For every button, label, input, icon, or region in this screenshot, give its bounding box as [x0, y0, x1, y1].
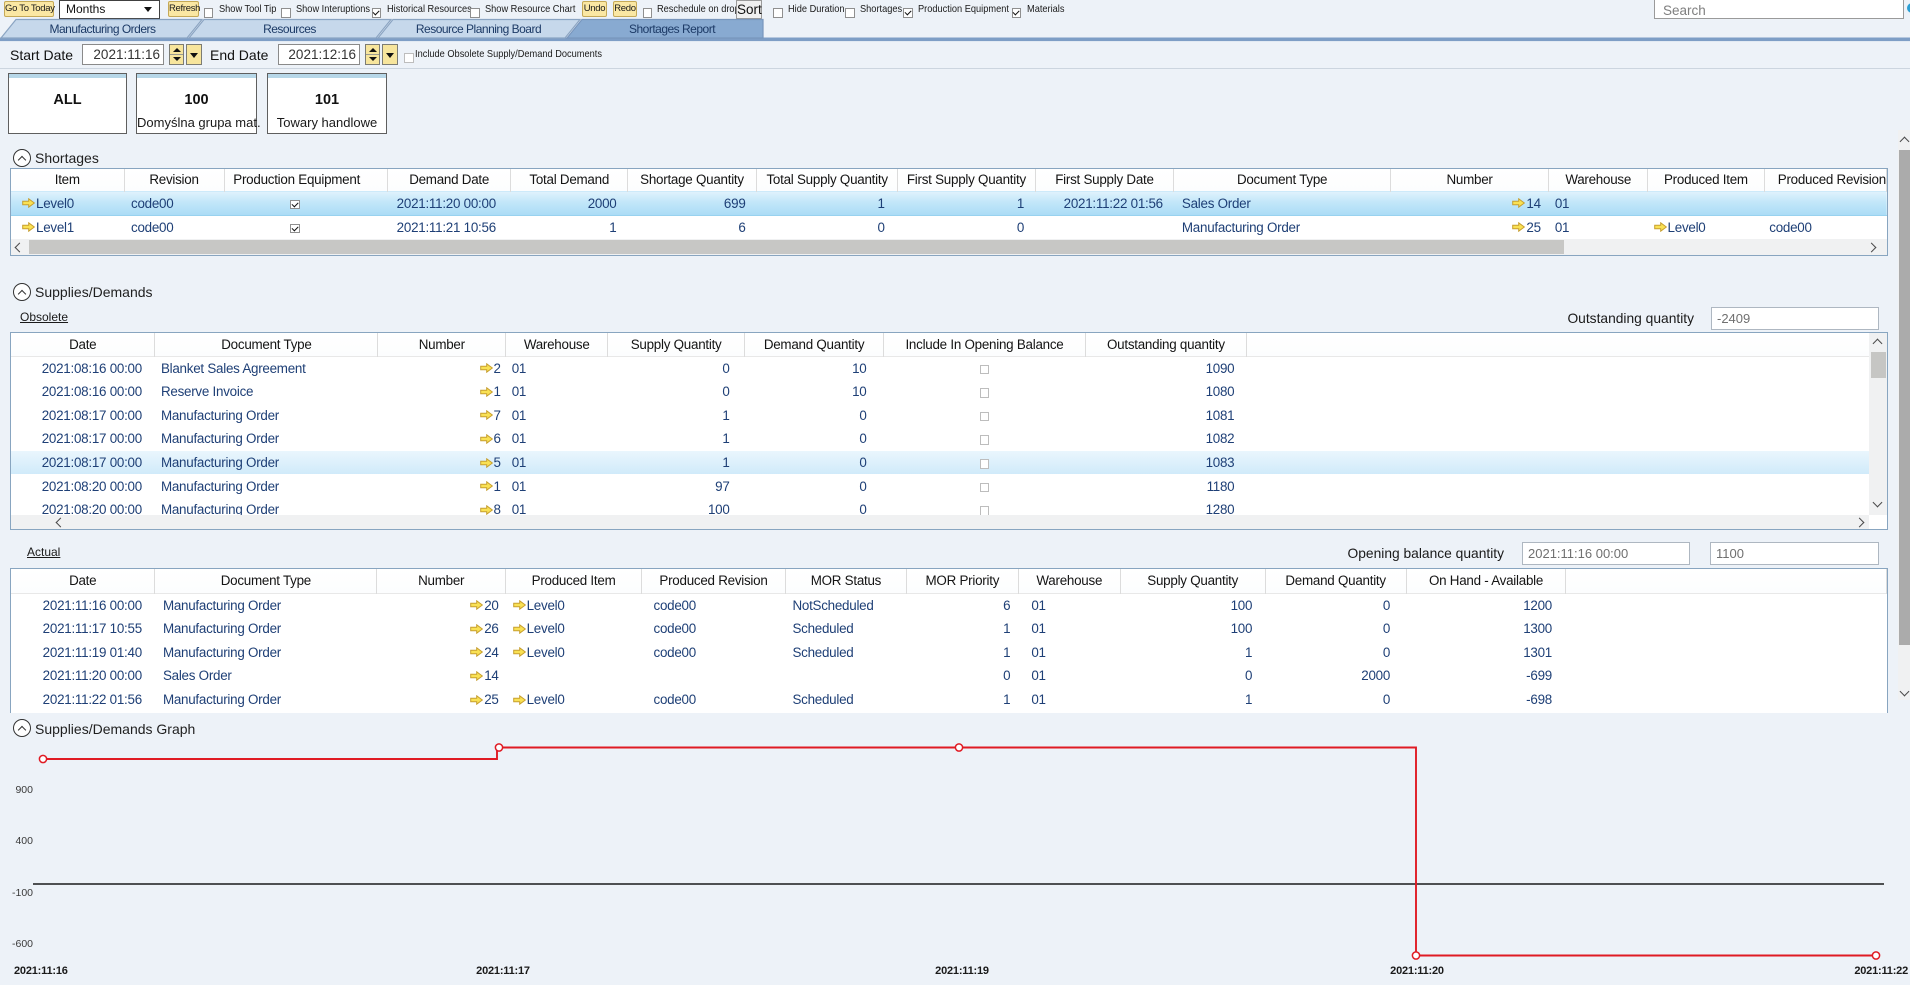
svg-text:Manufacturing Orders: Manufacturing Orders: [49, 22, 156, 36]
svg-text:Resources: Resources: [263, 22, 316, 36]
svg-text:Resource Planning Board: Resource Planning Board: [416, 22, 541, 36]
svg-text:Shortages Report: Shortages Report: [629, 22, 716, 36]
